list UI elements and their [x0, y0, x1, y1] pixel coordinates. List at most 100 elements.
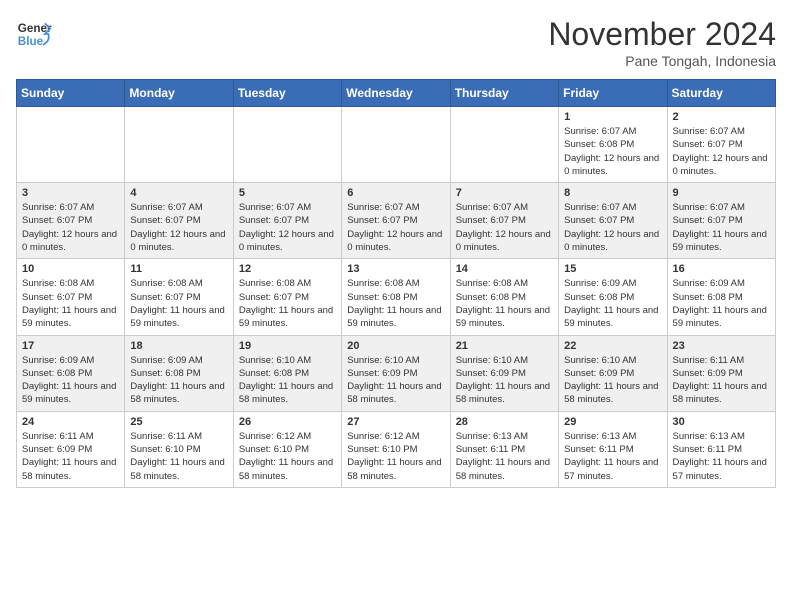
weekday-header: Sunday: [17, 80, 125, 107]
day-number: 12: [239, 263, 336, 275]
weekday-header-row: SundayMondayTuesdayWednesdayThursdayFrid…: [17, 80, 776, 107]
day-info: Sunrise: 6:09 AMSunset: 6:08 PMDaylight:…: [564, 277, 661, 330]
calendar-cell: 6Sunrise: 6:07 AMSunset: 6:07 PMDaylight…: [342, 183, 450, 259]
weekday-header: Tuesday: [233, 80, 341, 107]
day-number: 10: [22, 263, 119, 275]
day-number: 17: [22, 340, 119, 352]
day-info: Sunrise: 6:07 AMSunset: 6:07 PMDaylight:…: [456, 201, 553, 254]
day-info: Sunrise: 6:10 AMSunset: 6:08 PMDaylight:…: [239, 354, 336, 407]
day-info: Sunrise: 6:10 AMSunset: 6:09 PMDaylight:…: [456, 354, 553, 407]
day-info: Sunrise: 6:08 AMSunset: 6:07 PMDaylight:…: [239, 277, 336, 330]
calendar-cell: 18 Sunrise: 6:09 AMSunset: 6:08 PMDayligh…: [125, 335, 233, 411]
day-number: 7: [456, 187, 553, 199]
day-number: 25: [130, 416, 227, 428]
day-number: 4: [130, 187, 227, 199]
calendar-cell: 21 Sunrise: 6:10 AMSunset: 6:09 PMDayligh…: [450, 335, 558, 411]
day-info: Sunrise: 6:07 AMSunset: 6:08 PMDaylight:…: [564, 125, 661, 178]
day-info: Sunrise: 6:11 AMSunset: 6:10 PMDaylight:…: [130, 430, 227, 483]
day-number: 27: [347, 416, 444, 428]
calendar-cell: 15 Sunrise: 6:09 AMSunset: 6:08 PMDayligh…: [559, 259, 667, 335]
calendar-cell: 10 Sunrise: 6:08 AMSunset: 6:07 PMDayligh…: [17, 259, 125, 335]
calendar-cell: 1Sunrise: 6:07 AMSunset: 6:08 PMDaylight…: [559, 107, 667, 183]
day-number: 21: [456, 340, 553, 352]
day-info: Sunrise: 6:13 AMSunset: 6:11 PMDaylight:…: [456, 430, 553, 483]
svg-text:Blue: Blue: [18, 35, 44, 48]
day-number: 3: [22, 187, 119, 199]
calendar-cell: 2 Sunrise: 6:07 AMSunset: 6:07 PMDaylight…: [667, 107, 775, 183]
calendar-cell: 28 Sunrise: 6:13 AMSunset: 6:11 PMDayligh…: [450, 411, 558, 487]
weekday-header: Monday: [125, 80, 233, 107]
day-info: Sunrise: 6:07 AMSunset: 6:07 PMDaylight:…: [673, 125, 770, 178]
day-number: 18: [130, 340, 227, 352]
month-title: November 2024: [548, 16, 776, 53]
day-info: Sunrise: 6:08 AMSunset: 6:08 PMDaylight:…: [347, 277, 444, 330]
page-header: General Blue November 2024 Pane Tongah, …: [16, 16, 776, 69]
title-block: November 2024 Pane Tongah, Indonesia: [548, 16, 776, 69]
weekday-header: Saturday: [667, 80, 775, 107]
calendar-week-row: 1Sunrise: 6:07 AMSunset: 6:08 PMDaylight…: [17, 107, 776, 183]
day-info: Sunrise: 6:11 AMSunset: 6:09 PMDaylight:…: [22, 430, 119, 483]
day-info: Sunrise: 6:07 AMSunset: 6:07 PMDaylight:…: [239, 201, 336, 254]
calendar-cell: 11Sunrise: 6:08 AMSunset: 6:07 PMDayligh…: [125, 259, 233, 335]
calendar-cell: 29 Sunrise: 6:13 AMSunset: 6:11 PMDayligh…: [559, 411, 667, 487]
weekday-header: Friday: [559, 80, 667, 107]
day-number: 5: [239, 187, 336, 199]
calendar-week-row: 24 Sunrise: 6:11 AMSunset: 6:09 PMDayligh…: [17, 411, 776, 487]
calendar-cell: [342, 107, 450, 183]
location: Pane Tongah, Indonesia: [548, 53, 776, 69]
day-info: Sunrise: 6:13 AMSunset: 6:11 PMDaylight:…: [673, 430, 770, 483]
day-number: 9: [673, 187, 770, 199]
day-info: Sunrise: 6:07 AMSunset: 6:07 PMDaylight:…: [130, 201, 227, 254]
day-number: 2: [673, 111, 770, 123]
calendar-cell: [233, 107, 341, 183]
calendar-cell: 17 Sunrise: 6:09 AMSunset: 6:08 PMDayligh…: [17, 335, 125, 411]
calendar-cell: 4 Sunrise: 6:07 AMSunset: 6:07 PMDaylight…: [125, 183, 233, 259]
day-number: 14: [456, 263, 553, 275]
day-number: 28: [456, 416, 553, 428]
logo-icon: General Blue: [16, 16, 52, 52]
calendar-cell: [450, 107, 558, 183]
calendar-cell: 14 Sunrise: 6:08 AMSunset: 6:08 PMDayligh…: [450, 259, 558, 335]
day-number: 24: [22, 416, 119, 428]
calendar-cell: 19 Sunrise: 6:10 AMSunset: 6:08 PMDayligh…: [233, 335, 341, 411]
day-info: Sunrise: 6:07 AMSunset: 6:07 PMDaylight:…: [564, 201, 661, 254]
day-number: 15: [564, 263, 661, 275]
day-info: Sunrise: 6:10 AMSunset: 6:09 PMDaylight:…: [347, 354, 444, 407]
day-number: 29: [564, 416, 661, 428]
day-info: Sunrise: 6:13 AMSunset: 6:11 PMDaylight:…: [564, 430, 661, 483]
day-info: Sunrise: 6:09 AMSunset: 6:08 PMDaylight:…: [130, 354, 227, 407]
day-number: 20: [347, 340, 444, 352]
calendar-cell: 3 Sunrise: 6:07 AMSunset: 6:07 PMDaylight…: [17, 183, 125, 259]
day-number: 13: [347, 263, 444, 275]
calendar-cell: 16 Sunrise: 6:09 AMSunset: 6:08 PMDayligh…: [667, 259, 775, 335]
day-info: Sunrise: 6:08 AMSunset: 6:08 PMDaylight:…: [456, 277, 553, 330]
calendar-cell: 20 Sunrise: 6:10 AMSunset: 6:09 PMDayligh…: [342, 335, 450, 411]
calendar-cell: 12 Sunrise: 6:08 AMSunset: 6:07 PMDayligh…: [233, 259, 341, 335]
calendar-cell: 26Sunrise: 6:12 AMSunset: 6:10 PMDayligh…: [233, 411, 341, 487]
day-number: 19: [239, 340, 336, 352]
calendar-cell: 5 Sunrise: 6:07 AMSunset: 6:07 PMDaylight…: [233, 183, 341, 259]
calendar-week-row: 10 Sunrise: 6:08 AMSunset: 6:07 PMDayligh…: [17, 259, 776, 335]
calendar-cell: [125, 107, 233, 183]
logo: General Blue: [16, 16, 52, 52]
calendar-cell: 9Sunrise: 6:07 AMSunset: 6:07 PMDaylight…: [667, 183, 775, 259]
calendar-table: SundayMondayTuesdayWednesdayThursdayFrid…: [16, 79, 776, 488]
day-number: 30: [673, 416, 770, 428]
day-info: Sunrise: 6:10 AMSunset: 6:09 PMDaylight:…: [564, 354, 661, 407]
day-info: Sunrise: 6:11 AMSunset: 6:09 PMDaylight:…: [673, 354, 770, 407]
day-info: Sunrise: 6:09 AMSunset: 6:08 PMDaylight:…: [673, 277, 770, 330]
day-info: Sunrise: 6:07 AMSunset: 6:07 PMDaylight:…: [22, 201, 119, 254]
day-info: Sunrise: 6:08 AMSunset: 6:07 PMDaylight:…: [22, 277, 119, 330]
calendar-cell: 13 Sunrise: 6:08 AMSunset: 6:08 PMDayligh…: [342, 259, 450, 335]
day-info: Sunrise: 6:08 AMSunset: 6:07 PMDaylight:…: [130, 277, 227, 330]
calendar-week-row: 3 Sunrise: 6:07 AMSunset: 6:07 PMDaylight…: [17, 183, 776, 259]
day-number: 22: [564, 340, 661, 352]
day-number: 23: [673, 340, 770, 352]
day-number: 16: [673, 263, 770, 275]
day-info: Sunrise: 6:09 AMSunset: 6:08 PMDaylight:…: [22, 354, 119, 407]
day-info: Sunrise: 6:12 AMSunset: 6:10 PMDaylight:…: [347, 430, 444, 483]
calendar-cell: 23 Sunrise: 6:11 AMSunset: 6:09 PMDayligh…: [667, 335, 775, 411]
weekday-header: Wednesday: [342, 80, 450, 107]
day-number: 6: [347, 187, 444, 199]
calendar-cell: 27 Sunrise: 6:12 AMSunset: 6:10 PMDayligh…: [342, 411, 450, 487]
